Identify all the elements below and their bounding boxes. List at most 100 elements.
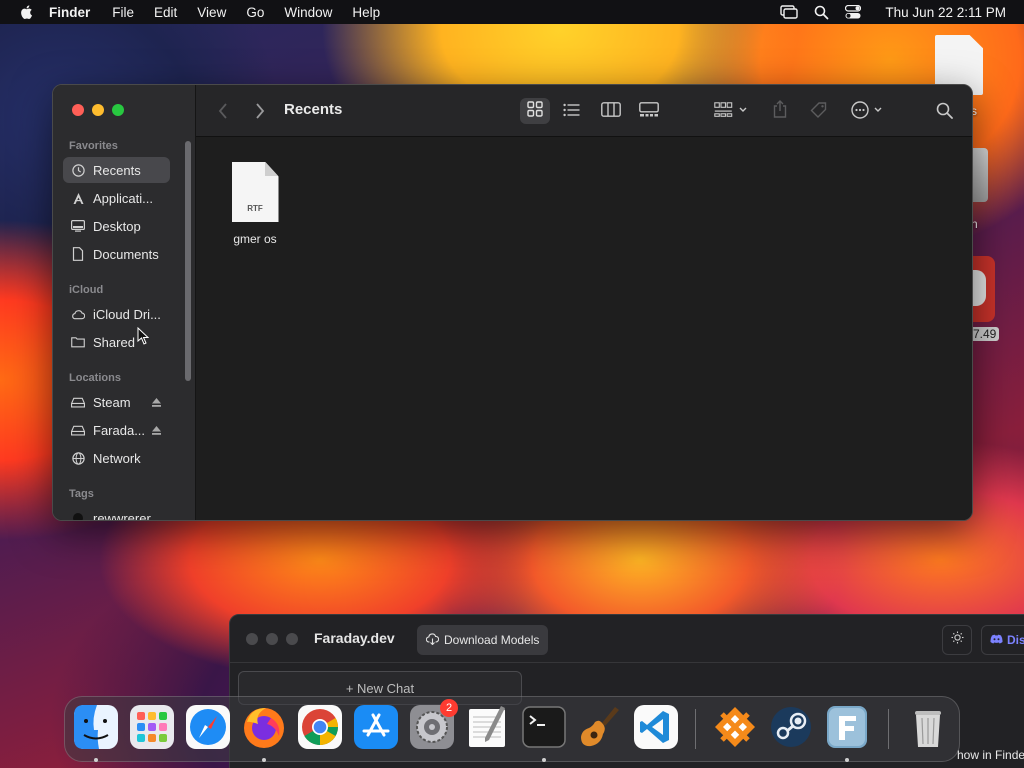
sidebar-item-icloud-drive[interactable]: iCloud Dri... [63,301,170,327]
gallery-view-button[interactable] [639,102,659,122]
sidebar-item-shared[interactable]: Shared [63,329,170,355]
network-icon [71,451,85,465]
desktop-app-label: 7.49 [970,327,1000,341]
dock-item-crossover[interactable] [712,704,758,750]
mouse-cursor-icon [137,327,149,345]
eject-icon[interactable] [151,396,162,411]
ellipsis-circle-icon [851,101,885,124]
sidebar-item-applications[interactable]: Applicati... [63,185,170,211]
menu-go[interactable]: Go [246,5,264,20]
sidebar-item-label: Network [93,450,141,466]
share-icon [773,100,787,123]
applications-icon [71,191,85,205]
dock-item-safari[interactable] [185,704,231,750]
download-models-button[interactable]: Download Models [417,625,549,655]
clock-icon [71,163,85,177]
control-center-icon[interactable] [845,5,862,19]
spotlight-search-icon[interactable] [814,5,829,20]
dock-item-vscode[interactable] [633,704,679,750]
sidebar-item-recents[interactable]: Recents [63,157,170,183]
running-indicator [542,758,546,762]
file-type-label: RTF [247,204,263,213]
sidebar-item-steam[interactable]: Steam [63,389,170,415]
menu-edit[interactable]: Edit [154,5,177,20]
search-icon [936,102,953,124]
sidebar-item-documents[interactable]: Documents [63,241,170,267]
eject-icon[interactable] [151,424,162,439]
sidebar-item-network[interactable]: Network [63,445,170,471]
dock-item-garageband[interactable] [577,704,623,750]
back-button[interactable] [218,103,228,119]
screen-mirroring-icon[interactable] [780,5,799,19]
discord-icon [990,633,1003,647]
zoom-button[interactable] [112,104,124,116]
tag-button[interactable] [810,101,828,124]
shared-folder-icon [71,335,85,349]
share-button[interactable] [773,100,787,123]
more-actions-button[interactable] [851,101,885,124]
dock-item-textedit[interactable] [465,704,511,750]
sidebar-item-tag[interactable]: rewwrerer [63,505,170,521]
dock-item-app-store[interactable] [353,704,399,750]
zoom-button[interactable] [286,633,298,645]
menu-help[interactable]: Help [352,5,380,20]
grid-icon [527,100,543,122]
menu-view[interactable]: View [197,5,226,20]
running-indicator [94,758,98,762]
menu-window[interactable]: Window [284,5,332,20]
sidebar-item-label: Documents [93,246,159,262]
trash-icon [915,711,941,747]
menu-finder[interactable]: Finder [49,5,90,20]
faraday-title: Faraday.dev [314,630,395,646]
finder-toolbar: Recents [196,85,972,137]
drive-icon [71,423,85,437]
sidebar-item-label: iCloud Dri... [93,306,161,322]
rtf-document-icon: RTF [231,162,279,222]
dock-item-terminal[interactable] [521,704,567,762]
list-view-button[interactable] [563,103,580,122]
minimize-button[interactable] [92,104,104,116]
dock-item-finder[interactable] [73,704,119,762]
running-indicator [845,758,849,762]
file-item[interactable]: RTF gmer os [226,162,284,246]
dock-item-system-settings[interactable]: 2 [409,699,458,750]
close-button[interactable] [246,633,258,645]
search-button[interactable] [936,102,953,124]
apple-icon[interactable] [19,4,35,20]
menu-bar: Finder File Edit View Go Window Help Thu… [0,0,1024,24]
sidebar-item-label: Desktop [93,218,141,234]
sidebar-scrollbar[interactable] [185,141,191,381]
dock-item-launchpad[interactable] [129,704,175,750]
dock-item-steam[interactable] [768,704,814,750]
faraday-titlebar: Faraday.dev Download Models Dis [230,615,1024,663]
theme-toggle-button[interactable] [942,625,972,655]
gallery-icon [639,102,659,122]
crossover-icon [715,707,755,747]
sidebar-item-label: Shared [93,334,135,350]
finder-window: Favorites Recents Applicati... Desktop D… [52,84,973,521]
sidebar-item-label: rewwrerer [93,510,151,521]
running-indicator [262,758,266,762]
show-in-finder-link[interactable]: how in Finde [957,748,1024,762]
column-view-button[interactable] [601,102,621,122]
dock-item-faraday[interactable] [824,704,870,762]
forward-button[interactable] [255,103,265,119]
sidebar-item-faraday[interactable]: Farada... [63,417,170,443]
list-icon [563,103,580,122]
close-button[interactable] [72,104,84,116]
menu-file[interactable]: File [112,5,134,20]
sidebar-heading-favorites: Favorites [69,140,118,152]
vscode-icon [634,705,678,749]
sidebar-item-desktop[interactable]: Desktop [63,213,170,239]
menu-clock[interactable]: Thu Jun 22 2:11 PM [885,5,1006,20]
window-controls [72,104,124,116]
icon-view-button[interactable] [520,98,550,124]
group-by-button[interactable] [714,102,748,122]
discord-button[interactable]: Dis [981,625,1024,655]
cloud-download-icon [425,632,440,648]
dock-item-chrome[interactable] [297,704,343,750]
minimize-button[interactable] [266,633,278,645]
dock-item-trash[interactable] [905,704,951,750]
dock-item-firefox[interactable] [241,704,287,762]
group-icon [714,102,748,122]
